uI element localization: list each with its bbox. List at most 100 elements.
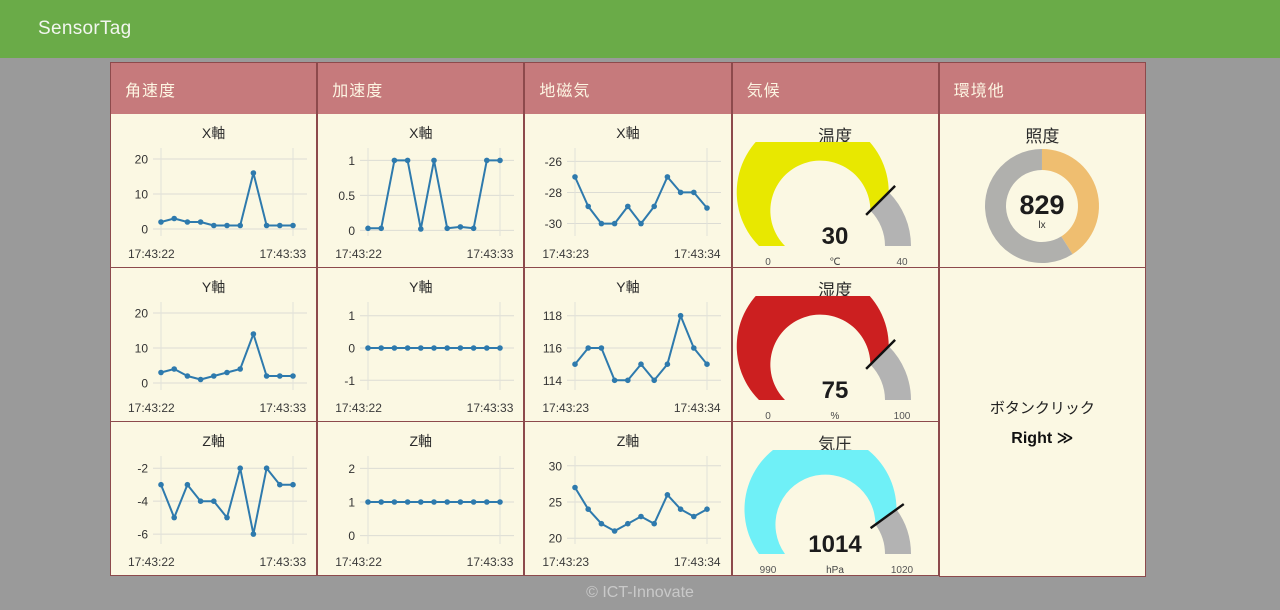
svg-text:829: 829 bbox=[1020, 190, 1065, 220]
svg-text:-30: -30 bbox=[545, 217, 563, 231]
svg-text:75: 75 bbox=[822, 377, 849, 404]
app-header: SensorTag bbox=[0, 0, 1280, 58]
sensor-grid: 角速度 X軸 0 10 20 17:43:22 17:43:33 Y軸 0 10 20 17:43:2… bbox=[110, 62, 1146, 577]
x-axis-start-label: 17:43:22 bbox=[128, 401, 175, 415]
svg-text:990: 990 bbox=[760, 565, 777, 576]
chart-cell-accel-x: X軸 0 0.5 1 17:43:22 17:43:33 bbox=[317, 114, 525, 268]
gauge-cell-pressure: 気圧 1014 hPa 990 1020 bbox=[731, 422, 939, 576]
svg-text:40: 40 bbox=[897, 257, 909, 268]
column-acceleration: 加速度 X軸 0 0.5 1 17:43:22 17:43:33 Y軸 -1 0 1 17:43:22… bbox=[317, 62, 525, 577]
column-header-geomagnetism: 地磁気 bbox=[524, 62, 732, 114]
chart-cell-mag-x: X軸 -30 -28 -26 17:43:23 17:43:34 bbox=[524, 114, 732, 268]
svg-text:1020: 1020 bbox=[891, 565, 914, 576]
x-axis-end-label: 17:43:33 bbox=[466, 555, 514, 569]
svg-text:116: 116 bbox=[543, 342, 562, 356]
svg-text:1014: 1014 bbox=[808, 531, 862, 558]
chart-cell-mag-y: Y軸 114 116 118 17:43:23 17:43:34 bbox=[524, 268, 732, 422]
x-axis-end-label: 17:43:34 bbox=[673, 555, 721, 569]
svg-text:20: 20 bbox=[135, 153, 149, 167]
x-axis-start-label: 17:43:23 bbox=[542, 401, 590, 415]
column-header-climate: 気候 bbox=[731, 62, 939, 114]
column-header-label: 環境他 bbox=[953, 82, 1005, 100]
x-axis-end-label: 17:43:33 bbox=[466, 247, 514, 261]
chart-cell-gyro-y: Y軸 0 10 20 17:43:22 17:43:33 bbox=[110, 268, 318, 422]
x-axis-end-label: 17:43:34 bbox=[673, 401, 721, 415]
column-header-angular-velocity: 角速度 bbox=[110, 62, 318, 114]
svg-text:0.5: 0.5 bbox=[339, 189, 356, 203]
gauge-cell-temperature: 温度 30 ℃ 0 40 bbox=[731, 114, 939, 268]
svg-text:20: 20 bbox=[549, 532, 563, 546]
column-header-label: 角速度 bbox=[125, 82, 177, 100]
svg-text:0: 0 bbox=[765, 411, 771, 422]
button-click-panel[interactable]: ボタンクリック Right ≫ bbox=[938, 268, 1146, 577]
x-axis-end-label: 17:43:33 bbox=[259, 555, 307, 569]
svg-text:25: 25 bbox=[549, 496, 563, 510]
column-header-environment-other: 環境他 bbox=[938, 62, 1146, 114]
x-axis-end-label: 17:43:34 bbox=[673, 247, 721, 261]
x-axis-start-label: 17:43:22 bbox=[335, 401, 382, 415]
chart-cell-accel-y: Y軸 -1 0 1 17:43:22 17:43:33 bbox=[317, 268, 525, 422]
donut-illuminance: 829 lx bbox=[940, 144, 1145, 267]
column-header-label: 加速度 bbox=[332, 82, 384, 100]
svg-text:0: 0 bbox=[349, 342, 356, 356]
svg-text:0: 0 bbox=[349, 529, 356, 543]
svg-text:0: 0 bbox=[349, 224, 356, 238]
column-angular-velocity: 角速度 X軸 0 10 20 17:43:22 17:43:33 Y軸 0 10 20 17:43:2… bbox=[110, 62, 318, 577]
svg-text:114: 114 bbox=[543, 374, 562, 388]
app-title: SensorTag bbox=[38, 18, 132, 39]
svg-text:0: 0 bbox=[765, 257, 771, 268]
svg-text:-2: -2 bbox=[137, 462, 148, 476]
gauge-temperature: 30 ℃ 0 40 bbox=[733, 142, 938, 268]
column-climate: 気候 温度 30 ℃ 0 40 湿度 75% 0 100 気圧 1014 hPa 990 1020 bbox=[731, 62, 939, 577]
svg-text:100: 100 bbox=[894, 411, 911, 422]
column-environment-other: 環境他照度 829 lx ボタンクリック Right ≫ bbox=[938, 62, 1146, 577]
svg-text:-28: -28 bbox=[545, 186, 563, 200]
button-click-content: ボタンクリック Right ≫ bbox=[940, 268, 1145, 576]
svg-text:%: % bbox=[831, 411, 840, 422]
svg-text:-6: -6 bbox=[137, 528, 148, 542]
column-geomagnetism: 地磁気 X軸 -30 -28 -26 17:43:23 17:43:34 Y軸 114 116 11… bbox=[524, 62, 732, 577]
svg-text:0: 0 bbox=[141, 377, 148, 391]
x-axis-start-label: 17:43:22 bbox=[128, 247, 175, 261]
svg-text:118: 118 bbox=[543, 309, 562, 323]
x-axis-start-label: 17:43:22 bbox=[128, 555, 175, 569]
x-axis-end-label: 17:43:33 bbox=[259, 247, 307, 261]
chart-cell-mag-z: Z軸 20 25 30 17:43:23 17:43:34 bbox=[524, 422, 732, 576]
svg-text:hPa: hPa bbox=[826, 565, 844, 576]
x-axis-end-label: 17:43:33 bbox=[466, 401, 514, 415]
svg-text:lx: lx bbox=[1039, 220, 1046, 231]
chart-cell-gyro-z: Z軸 -6 -4 -2 17:43:22 17:43:33 bbox=[110, 422, 318, 576]
svg-text:30: 30 bbox=[549, 459, 563, 473]
chart-cell-gyro-x: X軸 0 10 20 17:43:22 17:43:33 bbox=[110, 114, 318, 268]
gauge-cell-humidity: 湿度 75% 0 100 bbox=[731, 268, 939, 422]
footer-copyright: © ICT-Innovate bbox=[586, 584, 694, 601]
svg-text:10: 10 bbox=[135, 188, 149, 202]
svg-text:℃: ℃ bbox=[830, 257, 841, 268]
svg-text:0: 0 bbox=[141, 223, 148, 237]
svg-text:-26: -26 bbox=[545, 155, 563, 169]
dashboard-root: SensorTag 角速度 X軸 0 10 20 17:43:22 17:43:33 Y軸 0 1… bbox=[0, 0, 1280, 610]
gauge-pressure: 1014 hPa 990 1020 bbox=[733, 450, 938, 576]
svg-text:-4: -4 bbox=[137, 495, 148, 509]
x-axis-end-label: 17:43:33 bbox=[259, 401, 307, 415]
svg-text:1: 1 bbox=[349, 309, 356, 323]
column-header-label: 地磁気 bbox=[539, 82, 591, 100]
svg-text:10: 10 bbox=[135, 342, 149, 356]
chart-cell-accel-z: Z軸 0 1 2 17:43:22 17:43:33 bbox=[317, 422, 525, 576]
svg-text:1: 1 bbox=[349, 496, 356, 510]
column-header-label: 気候 bbox=[746, 82, 781, 100]
svg-text:1: 1 bbox=[349, 154, 356, 168]
svg-text:20: 20 bbox=[135, 307, 149, 321]
donut-cell-illuminance: 照度 829 lx bbox=[938, 114, 1146, 268]
svg-text:2: 2 bbox=[349, 462, 356, 476]
gauge-humidity: 75% 0 100 bbox=[733, 296, 938, 422]
svg-text:30: 30 bbox=[822, 223, 849, 250]
x-axis-start-label: 17:43:23 bbox=[542, 555, 590, 569]
svg-text:-1: -1 bbox=[345, 374, 356, 388]
x-axis-start-label: 17:43:22 bbox=[335, 247, 382, 261]
x-axis-start-label: 17:43:22 bbox=[335, 555, 382, 569]
column-header-acceleration: 加速度 bbox=[317, 62, 525, 114]
button-click-label: ボタンクリック bbox=[989, 399, 1095, 417]
x-axis-start-label: 17:43:23 bbox=[542, 247, 590, 261]
button-click-value: Right ≫ bbox=[1011, 429, 1074, 447]
